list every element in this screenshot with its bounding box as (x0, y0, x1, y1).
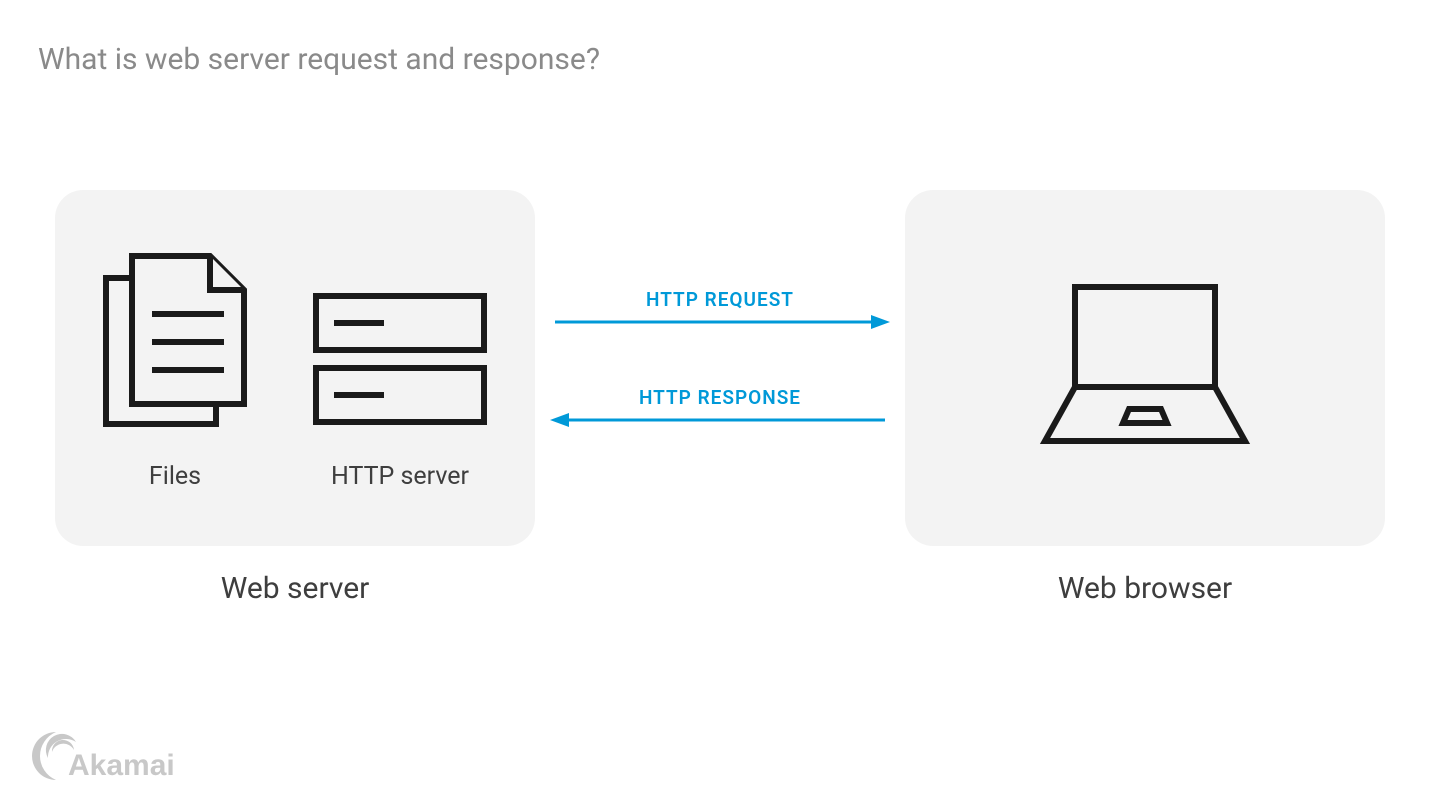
files-label: Files (149, 462, 201, 491)
http-response-label: HTTP RESPONSE (535, 386, 905, 409)
arrows-area: HTTP REQUEST HTTP RESPONSE (535, 190, 905, 546)
server-icons-row: Files HTTP server (55, 190, 535, 491)
arrows-group: HTTP REQUEST HTTP RESPONSE (535, 190, 905, 546)
web-server-title: Web server (55, 571, 535, 606)
arrow-right-icon (535, 312, 905, 332)
akamai-logo: Akamai (28, 728, 208, 790)
files-icon (100, 250, 250, 434)
http-server-item: HTTP server (310, 290, 490, 491)
server-rack-icon (310, 290, 490, 434)
web-browser-panel: Web browser (905, 190, 1385, 546)
diagram-title: What is web server request and response? (38, 42, 600, 77)
laptop-wrap (905, 190, 1385, 546)
web-server-panel: Files HTTP server Web serve (55, 190, 535, 546)
web-browser-title: Web browser (905, 571, 1385, 606)
laptop-icon (1035, 281, 1255, 455)
http-server-label: HTTP server (331, 462, 469, 491)
http-request-label: HTTP REQUEST (535, 288, 905, 311)
diagram-container: Files HTTP server Web serve (0, 190, 1440, 546)
logo-text: Akamai (68, 749, 175, 782)
files-item: Files (100, 250, 250, 491)
arrow-left-icon (535, 410, 905, 430)
